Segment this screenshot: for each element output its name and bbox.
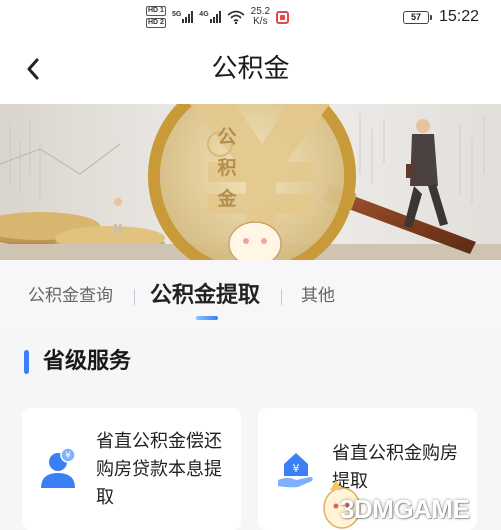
battery-icon: 57 [402, 10, 432, 24]
tab-fund-withdraw[interactable]: 公积金提取 [150, 278, 260, 314]
status-bar: HD 1 HD 2 5G 4G 25.2 K/s 57 15:22 [0, 0, 501, 34]
active-tab-indicator [196, 316, 218, 320]
glass-char: 积 [217, 157, 237, 179]
notification-icon [276, 10, 290, 24]
back-button[interactable] [18, 54, 48, 84]
svg-text:¥: ¥ [65, 451, 71, 461]
card-label: 省直公积金偿还购房贷款本息提取 [96, 431, 222, 508]
section-title: 省级服务 [43, 349, 132, 374]
tab-divider [281, 289, 282, 305]
tab-bar: 公积金查询 公积金提取 其他 [0, 260, 501, 332]
banner-illustration [0, 104, 501, 260]
clock: 15:22 [438, 8, 479, 25]
nav-bar: 公积金 [0, 34, 501, 104]
watermark-text: 3DMGAME [340, 494, 470, 524]
signal-5g: 5G [171, 11, 194, 23]
net1-label: 5G [171, 11, 182, 18]
signal-bars-icon [182, 11, 194, 23]
hd2-badge: HD 2 [146, 18, 166, 28]
chevron-left-icon [27, 58, 39, 80]
tab-divider [134, 289, 135, 305]
glass-text: 公 积 金 [212, 122, 242, 215]
tab-fund-query[interactable]: 公积金查询 [28, 278, 113, 314]
section-accent-bar [24, 350, 29, 374]
net-speed: 25.2 K/s [251, 7, 270, 27]
svg-text:¥: ¥ [293, 462, 300, 475]
hd1-badge: HD 1 [146, 6, 166, 16]
tab-other[interactable]: 其他 [301, 278, 335, 314]
status-indicators: HD 1 HD 2 5G 4G 25.2 K/s [146, 2, 290, 32]
battery-level: 57 [410, 11, 421, 22]
signal-4g: 4G [199, 11, 221, 23]
glass-char: 金 [217, 188, 237, 210]
service-card-loan-repay[interactable]: ¥ 省直公积金偿还购房贷款本息提取 [22, 408, 241, 530]
user-coin-icon: ¥ [41, 447, 76, 488]
status-right: 57 15:22 [402, 5, 479, 29]
page-title: 公积金 [211, 54, 290, 84]
signal-bars-icon [209, 11, 221, 23]
wifi-icon [227, 10, 245, 24]
glass-char: 公 [217, 126, 237, 148]
speed-unit: K/s [253, 16, 268, 27]
banner-image[interactable]: 公 积 金 [0, 104, 501, 260]
net2-label: 4G [199, 11, 209, 18]
hd-indicators: HD 1 HD 2 [146, 6, 166, 28]
